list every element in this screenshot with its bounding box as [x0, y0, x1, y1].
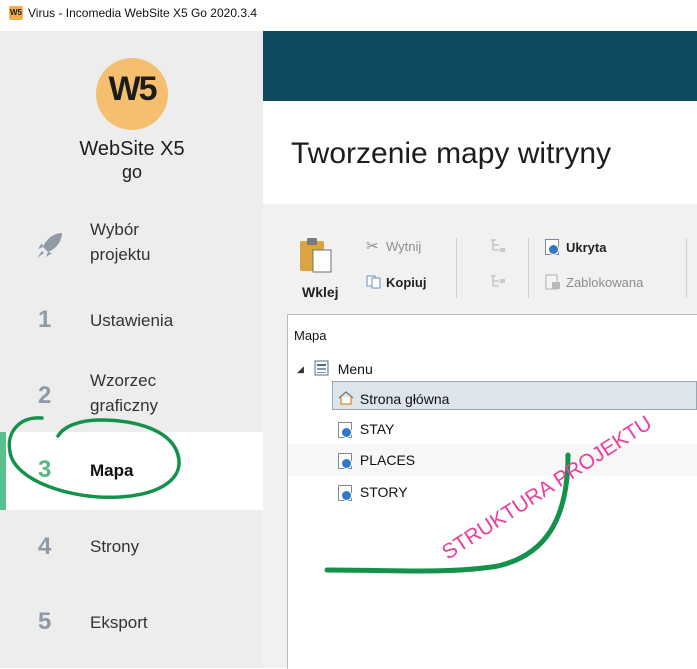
indent-button[interactable]	[489, 238, 511, 256]
logo-name: WebSite X5	[79, 138, 185, 160]
nav-number: 2	[38, 382, 52, 409]
toolbar-separator	[528, 238, 529, 298]
cut-button[interactable]: ✂ Wytnij	[366, 236, 446, 256]
header-band	[263, 31, 697, 101]
tree-item-story[interactable]: STORY	[338, 484, 408, 502]
nav-label: Strony	[90, 537, 140, 556]
copy-label: Kopiuj	[386, 275, 427, 290]
nav-item-template[interactable]: 2 Wzorzec graficzny	[0, 366, 263, 426]
tree-item-label: Strona główna	[359, 391, 450, 407]
page-icon	[338, 485, 352, 502]
nav-number: 5	[38, 608, 52, 635]
app-icon: W5	[9, 6, 23, 20]
cut-label: Wytnij	[386, 239, 422, 254]
copy-button[interactable]: Kopiuj	[366, 272, 446, 292]
nav-label-project-2: projektu	[90, 245, 151, 264]
nav-number: 3	[38, 456, 52, 483]
clipboard-icon	[300, 238, 332, 273]
nav-label: Eksport	[90, 613, 148, 632]
tree-root-menu[interactable]: ◢ Menu	[297, 358, 373, 377]
scissors-icon: ✂	[366, 238, 379, 255]
page-hidden-icon	[545, 239, 559, 255]
tree-item-label: PLACES	[359, 452, 416, 468]
tree-root-label: Menu	[337, 361, 373, 377]
outdent-icon	[491, 275, 505, 287]
tree-item-stay[interactable]: STAY	[338, 421, 395, 439]
nav-item-project[interactable]: Wybór projektu	[0, 215, 263, 277]
toolbar-separator	[456, 238, 457, 298]
rocket-icon	[37, 233, 62, 258]
menu-icon	[314, 360, 329, 376]
window-title-bar: W5 Virus - Incomedia WebSite X5 Go 2020.…	[0, 0, 697, 31]
active-indicator	[0, 432, 6, 510]
nav-item-export[interactable]: 5 Eksport	[0, 604, 263, 644]
paste-button[interactable]: Wklej	[294, 234, 346, 304]
window-title: Virus - Incomedia WebSite X5 Go 2020.3.4	[28, 6, 258, 20]
nav-label-template-1: Wzorzec	[90, 371, 157, 390]
page-locked-icon	[545, 274, 560, 290]
tree-item-places[interactable]: PLACES	[338, 452, 416, 470]
locked-page-button[interactable]: Zablokowana	[545, 272, 675, 292]
tree-item-home[interactable]: Strona główna	[338, 388, 449, 407]
nav-label-template-2: graficzny	[90, 396, 159, 415]
page-icon	[338, 422, 352, 439]
paste-label: Wklej	[302, 284, 339, 300]
tree-item-label: STAY	[359, 421, 395, 437]
page-header: Tworzenie mapy witryny	[263, 101, 697, 204]
outdent-button[interactable]	[489, 274, 511, 292]
nav-label: Ustawienia	[90, 311, 174, 330]
home-icon	[338, 391, 354, 405]
copy-icon	[366, 275, 381, 289]
toolbar-separator	[686, 238, 687, 298]
hidden-page-button[interactable]: Ukryta	[545, 237, 675, 257]
nav-item-pages[interactable]: 4 Strony	[0, 528, 263, 568]
tree-item-label: STORY	[359, 484, 408, 500]
hidden-label: Ukryta	[566, 240, 607, 255]
nav-label: Mapa	[90, 461, 134, 480]
nav-number: 4	[38, 533, 52, 560]
page-title: Tworzenie mapy witryny	[291, 137, 612, 170]
locked-label: Zablokowana	[566, 275, 644, 290]
nav-item-settings[interactable]: 1 Ustawienia	[0, 296, 263, 346]
nav-number: 1	[38, 306, 52, 333]
logo-sub: go	[121, 162, 143, 182]
nav-label-project-1: Wybór	[90, 220, 139, 239]
page-icon	[338, 453, 352, 470]
nav-item-map[interactable]: 3 Mapa	[0, 432, 263, 510]
indent-icon	[491, 239, 505, 252]
logo-mark: W5	[108, 70, 158, 108]
expand-triangle-icon[interactable]: ◢	[297, 364, 304, 374]
tree-header: Mapa	[294, 328, 327, 343]
